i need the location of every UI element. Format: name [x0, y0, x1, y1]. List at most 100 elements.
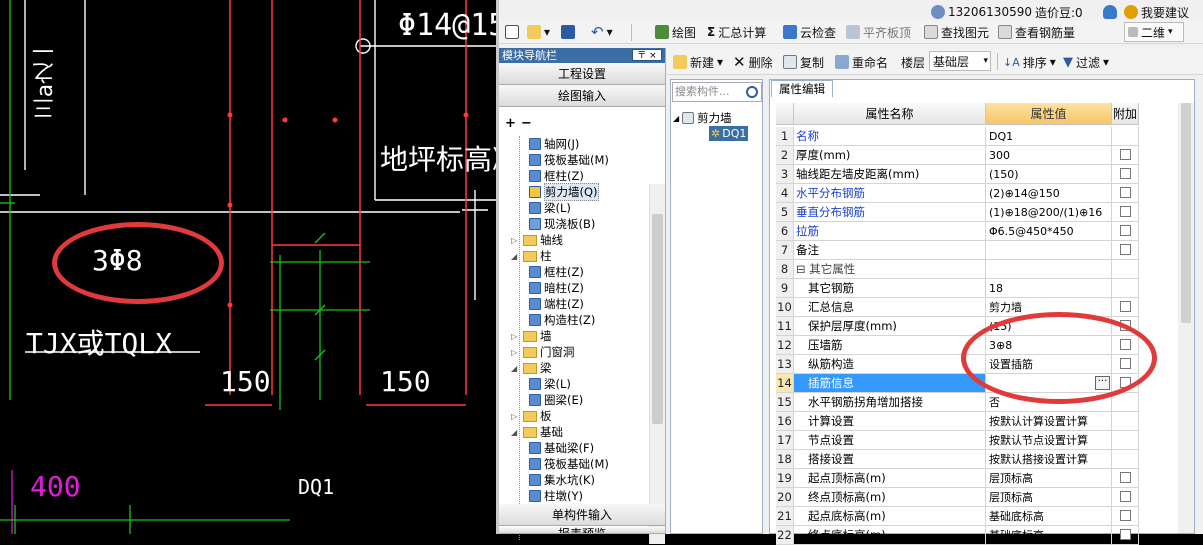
tree-item[interactable]: 梁(L): [529, 376, 571, 392]
drawing-input-button[interactable]: 绘图输入: [499, 85, 665, 107]
property-value[interactable]: DQ1: [986, 127, 1112, 146]
property-value[interactable]: Φ6.5@450*450: [986, 222, 1112, 241]
cloud-check-button[interactable]: 云检查: [783, 20, 836, 44]
property-value[interactable]: 按默认计算设置计算: [986, 412, 1112, 431]
property-value[interactable]: 层顶标高: [986, 469, 1112, 488]
search-icon[interactable]: [746, 86, 758, 98]
property-row[interactable]: 9 其它钢筋 18: [776, 279, 1139, 298]
property-value[interactable]: (1)⊕18@200/(1)⊕16: [986, 203, 1112, 222]
tree-item[interactable]: 筏板基础(M): [529, 152, 609, 168]
property-row[interactable]: 13 纵筋构造 设置插筋: [776, 355, 1139, 374]
property-value[interactable]: 3⊕8: [986, 336, 1112, 355]
tree-item-dq1[interactable]: ✲ DQ1: [709, 126, 749, 141]
tree-item[interactable]: 暗柱(Z): [529, 280, 584, 296]
attach-checkbox[interactable]: [1119, 244, 1131, 255]
attach-checkbox[interactable]: [1119, 358, 1131, 369]
report-preview-button[interactable]: 报表预览: [499, 527, 665, 534]
property-value[interactable]: 18: [986, 279, 1112, 298]
property-value[interactable]: 按默认节点设置计算: [986, 431, 1112, 450]
tree-item[interactable]: 端柱(Z): [529, 296, 584, 312]
attach-checkbox[interactable]: [1119, 491, 1131, 502]
attach-checkbox[interactable]: [1119, 510, 1131, 521]
tree-item[interactable]: 现浇板(B): [529, 216, 595, 232]
ellipsis-button[interactable]: ···: [1095, 376, 1110, 390]
cad-canvas[interactable]: 三a之一 Φ14@15 地坪标高减60 3Φ8 TJX或TQLX 150 150…: [0, 0, 496, 534]
property-row[interactable]: 14 插筋信息 ···: [776, 374, 1139, 393]
tree-item[interactable]: 集水坑(K): [529, 472, 595, 488]
property-row[interactable]: 7 备注: [776, 241, 1139, 260]
property-row[interactable]: 17 节点设置 按默认节点设置计算: [776, 431, 1139, 450]
tree-item[interactable]: 轴网(J): [529, 136, 579, 152]
new-component-button[interactable]: 新建 ▾: [673, 50, 723, 74]
attach-checkbox[interactable]: [1119, 168, 1131, 179]
property-value[interactable]: (150): [986, 165, 1112, 184]
property-row[interactable]: 2 厚度(mm) 300: [776, 146, 1139, 165]
collapse-all-icon[interactable]: −: [521, 116, 532, 131]
tree-item[interactable]: 基础梁(F): [529, 440, 594, 456]
filter-button[interactable]: ▼ 过滤 ▾: [1063, 50, 1109, 74]
tree-folder[interactable]: ▷ 墙: [511, 328, 552, 344]
expand-collapse-icons[interactable]: + −: [505, 116, 532, 131]
tree-item[interactable]: 框柱(Z): [529, 168, 584, 184]
tree-item[interactable]: 梁(L): [529, 200, 571, 216]
property-row[interactable]: 1 名称 DQ1: [776, 127, 1139, 146]
property-value[interactable]: 300: [986, 146, 1112, 165]
tree-item[interactable]: 圈梁(E): [529, 392, 583, 408]
property-grid-scrollbar[interactable]: [1178, 103, 1194, 533]
search-input[interactable]: 搜索构件...: [672, 82, 762, 102]
scroll-thumb[interactable]: [1181, 103, 1191, 323]
property-row[interactable]: 20 终点顶标高(m) 层顶标高: [776, 488, 1139, 507]
new-file-button[interactable]: [505, 20, 519, 44]
view-rebar-button[interactable]: 查看钢筋量: [998, 20, 1075, 44]
property-row[interactable]: 5 垂直分布钢筋 (1)⊕18@200/(1)⊕16: [776, 203, 1139, 222]
scroll-thumb[interactable]: [652, 214, 663, 424]
property-value[interactable]: 设置插筋: [986, 355, 1112, 374]
property-row[interactable]: 22 终点底标高(m) 基础底标高: [776, 526, 1139, 545]
tree-item[interactable]: 构造柱(Z): [529, 312, 595, 328]
rename-button[interactable]: 重命名: [835, 50, 888, 74]
collapse-toggle-icon[interactable]: ◢: [673, 114, 679, 123]
property-value[interactable]: [986, 241, 1112, 260]
delete-button[interactable]: ✕ 删除: [733, 50, 773, 74]
property-row[interactable]: 8 ⊟ 其它属性: [776, 260, 1139, 279]
tree-folder[interactable]: ▷ 门窗洞: [511, 344, 575, 360]
property-row[interactable]: 11 保护层厚度(mm) (15): [776, 317, 1139, 336]
property-value[interactable]: 剪力墙: [986, 298, 1112, 317]
header-name[interactable]: 属性名称: [794, 103, 986, 125]
property-value[interactable]: 否: [986, 393, 1112, 412]
align-top-button[interactable]: 平齐板顶: [846, 20, 911, 44]
property-value[interactable]: 基础底标高: [986, 526, 1112, 545]
property-row[interactable]: 15 水平钢筋拐角增加搭接否: [776, 393, 1139, 412]
property-value[interactable]: [986, 260, 1112, 279]
attach-checkbox[interactable]: [1119, 472, 1131, 483]
sort-button[interactable]: ↓A 排序 ▾: [1003, 50, 1056, 74]
property-value[interactable]: 按默认搭接设置计算: [986, 450, 1112, 469]
property-row[interactable]: 18 搭接设置 按默认搭接设置计算: [776, 450, 1139, 469]
property-value[interactable]: 层顶标高: [986, 488, 1112, 507]
save-button[interactable]: [561, 20, 575, 44]
attach-checkbox[interactable]: [1119, 149, 1131, 160]
property-row[interactable]: 21 起点底标高(m) 基础底标高: [776, 507, 1139, 526]
tree-item[interactable]: 框柱(Z): [529, 264, 584, 280]
project-settings-button[interactable]: 工程设置: [499, 63, 665, 85]
find-element-button[interactable]: 查找图元: [924, 20, 989, 44]
property-value[interactable]: ···: [986, 374, 1112, 393]
attach-checkbox[interactable]: [1119, 225, 1131, 236]
calc-button[interactable]: Σ 汇总计算: [707, 20, 766, 44]
draw-button[interactable]: 绘图: [655, 20, 696, 44]
property-value[interactable]: 基础底标高: [986, 507, 1112, 526]
open-button[interactable]: ▾: [527, 20, 550, 44]
property-value[interactable]: (2)⊕14@150: [986, 184, 1112, 203]
pin-close-icon[interactable]: 〒 ×: [632, 49, 662, 61]
attach-checkbox[interactable]: [1119, 206, 1131, 217]
property-row[interactable]: 3 轴线距左墙皮距离(mm) (150): [776, 165, 1139, 184]
header-add[interactable]: 附加: [1112, 103, 1139, 125]
module-tree-scrollbar[interactable]: [649, 184, 665, 544]
tree-folder[interactable]: ◢ 柱: [511, 248, 552, 264]
property-row[interactable]: 19 起点顶标高(m) 层顶标高: [776, 469, 1139, 488]
property-row[interactable]: 10 汇总信息 剪力墙: [776, 298, 1139, 317]
property-value[interactable]: (15): [986, 317, 1112, 336]
tree-item[interactable]: 柱墩(Y): [529, 488, 583, 504]
tree-folder[interactable]: ◢ 梁: [511, 360, 552, 376]
tree-folder[interactable]: ▷ 板: [511, 408, 552, 424]
